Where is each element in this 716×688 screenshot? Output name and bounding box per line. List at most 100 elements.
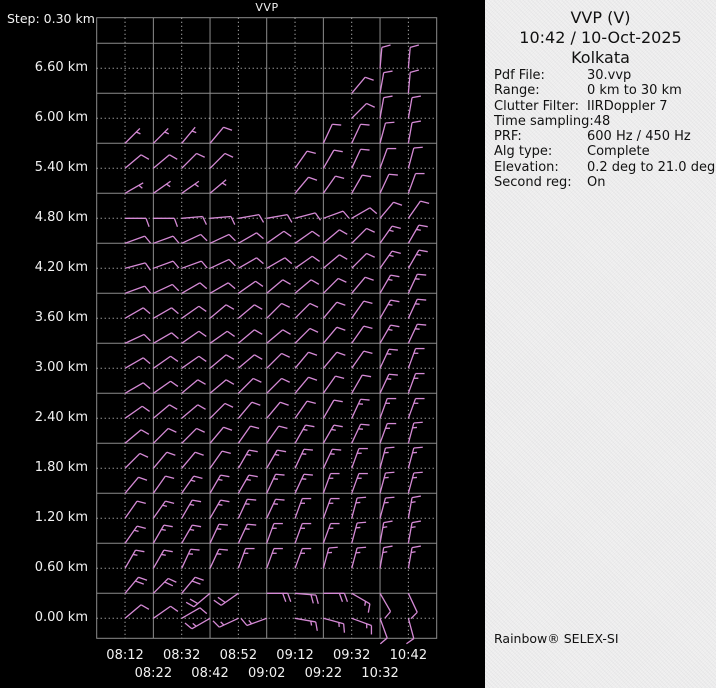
wind-barb-stroke (161, 553, 166, 556)
wind-barb-stroke (382, 526, 388, 529)
info-panel: VVP (V) 10:42 / 10-Oct-2025 Kolkata Pdf … (485, 0, 716, 688)
height-tick-label: 6.60 km (34, 60, 88, 76)
wind-barb-stroke (413, 421, 423, 424)
wind-barb-stroke (385, 446, 395, 449)
wind-barb-stroke (132, 553, 138, 556)
height-tick-label: 0.00 km (34, 610, 88, 626)
wind-barb-stroke (411, 526, 416, 529)
time-tick-label: 09:22 (304, 666, 343, 681)
parameter-row: Time sampling: 48 (494, 114, 712, 129)
wind-barb-stroke (303, 448, 313, 451)
site-name: Kolkata (571, 48, 630, 67)
wind-barb-stroke (246, 453, 251, 456)
wind-barb-stroke (247, 523, 257, 526)
wind-barb-stroke (274, 453, 280, 456)
wind-barb-stroke (379, 637, 388, 645)
parameter-value: 600 Hz / 450 Hz (587, 129, 691, 145)
wind-barb-stroke (387, 278, 393, 281)
parameter-label: Alg type: (494, 144, 553, 160)
wind-barb-stroke (385, 496, 395, 499)
height-tick-label: 2.40 km (34, 410, 88, 426)
wind-barb-stroke (332, 123, 342, 126)
wind-barb-stroke (360, 398, 370, 401)
time-tick-label: 08:12 (106, 648, 144, 663)
wind-barb-stroke (189, 528, 195, 531)
wind-barb-stroke (310, 620, 313, 626)
wind-barb-stroke (385, 121, 395, 124)
wind-barb-stroke (406, 638, 415, 645)
wind-barb-stroke (416, 228, 421, 231)
parameter-value: On (587, 175, 606, 191)
wind-barb-stroke (275, 498, 285, 501)
wind-barb-stroke (385, 471, 395, 474)
wind-barb-stroke (218, 523, 228, 526)
parameter-label: PRF: (494, 129, 522, 145)
wind-barb-stroke (357, 496, 367, 499)
time-tick-label: 08:52 (219, 648, 258, 663)
wind-barb-stroke (331, 428, 336, 431)
time-tick-label: 08:22 (134, 666, 173, 681)
wind-barb-stroke (247, 498, 257, 501)
parameter-row: Second reg: On (494, 175, 712, 190)
parameter-row: Clutter Filter: IIRDoppler 7 (494, 99, 712, 114)
wind-barb-stroke (387, 328, 393, 331)
software-brand: Rainbow® SELEX-SI (494, 631, 619, 646)
wind-barb-stroke (218, 548, 228, 551)
wind-barb-stroke (332, 448, 342, 451)
wind-barb-stroke (360, 423, 370, 426)
time-tick-label: 09:32 (332, 648, 371, 663)
height-tick-label: 3.60 km (34, 310, 88, 326)
time-tick-label: 10:42 (389, 648, 428, 663)
product-title: VVP (V) (570, 8, 631, 27)
panel-header: VVP (V) 10:42 / 10-Oct-2025 Kolkata (485, 8, 716, 68)
wind-barb-stroke (388, 173, 398, 176)
wind-barb-stroke (364, 601, 367, 606)
wind-barb-stroke (417, 273, 427, 276)
wind-barb-stroke (360, 123, 370, 126)
parameter-row: Elevation: 0.2 deg to 21.0 deg (494, 159, 715, 175)
parameter-value: IIRDoppler 7 (587, 98, 668, 114)
parameter-value: 30.vvp (587, 68, 632, 83)
wind-barb-stroke (413, 446, 423, 449)
wind-barb-stroke (328, 546, 338, 549)
wind-barb-stroke (413, 471, 423, 474)
parameter-label: Second reg: (494, 175, 572, 191)
wind-barb-stroke (302, 428, 308, 431)
parameter-row: Range: 0 km to 30 km (494, 83, 712, 98)
wind-barb-stroke (217, 478, 223, 481)
parameter-row: Alg type: Complete (494, 144, 712, 159)
time-tick-label: 08:32 (162, 648, 201, 663)
wind-barb-stroke (411, 501, 416, 504)
wind-barb-stroke (417, 298, 427, 301)
parameter-label: Elevation: (494, 159, 559, 175)
height-tick-label: 5.40 km (34, 160, 88, 176)
wind-barb-stroke (217, 503, 223, 506)
wind-barb-stroke (413, 146, 423, 149)
parameter-label: Clutter Filter: (494, 98, 579, 114)
wind-barb-stroke (388, 348, 398, 351)
wind-barb-stroke (416, 253, 421, 256)
height-tick-label: 3.00 km (34, 360, 88, 376)
parameter-label: Time sampling: (494, 113, 594, 129)
wind-barb-stroke (411, 551, 416, 554)
height-tick-label: 1.80 km (34, 460, 88, 476)
parameter-label: Pdf File: (494, 68, 545, 83)
height-tick-label: 4.80 km (34, 210, 88, 226)
wind-profile-plot (96, 17, 438, 645)
parameter-row: PRF: 600 Hz / 450 Hz (494, 129, 712, 144)
wind-barb-stroke (357, 546, 367, 549)
wind-barb-stroke (417, 323, 427, 326)
height-tick-label: 0.60 km (34, 560, 88, 576)
wind-barb-stroke (246, 478, 251, 481)
wind-barb-stroke (343, 623, 346, 633)
height-tick-label: 1.20 km (34, 510, 88, 526)
wind-barb-stroke (275, 473, 285, 476)
time-tick-label: 10:32 (361, 666, 399, 681)
height-tick-label: 4.20 km (34, 260, 88, 276)
parameter-row: Pdf File: 30.vvp (494, 68, 712, 83)
wind-barb-stroke (190, 548, 200, 551)
vvp-product-window: VVP Step: 0.30 km 6.60 km 6.00 km 5.40 km 4… (0, 0, 716, 688)
time-tick-label: 09:12 (276, 648, 314, 663)
wind-barb-stroke (161, 528, 166, 531)
time-tick-label: 08:42 (191, 666, 229, 681)
